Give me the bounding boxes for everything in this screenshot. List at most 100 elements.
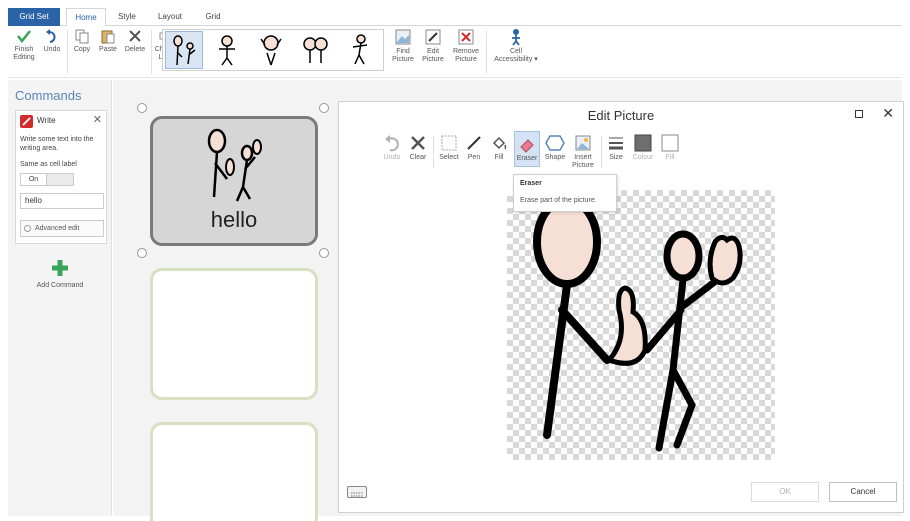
eraser-tool[interactable]: Eraser [514, 131, 540, 167]
symbol-option[interactable] [165, 31, 203, 69]
delete-icon [129, 30, 141, 42]
insert-picture-tool[interactable]: Insert Picture [570, 134, 596, 170]
add-command-label: Add Command [36, 282, 84, 289]
dialog-close-icon[interactable]: ✕ [882, 105, 894, 122]
add-command-icon [52, 260, 68, 276]
ribbon-toolbar: Finish Editing Undo Copy Paste Delete Ch… [8, 26, 902, 78]
cell-accessibility-icon [512, 29, 520, 46]
same-as-label-caption: Same as cell label [20, 161, 77, 168]
check-icon [17, 30, 31, 44]
picture-canvas[interactable] [507, 190, 775, 460]
grid-cell-empty[interactable] [150, 268, 318, 400]
advanced-edit-icon [24, 225, 31, 232]
resize-handle[interactable] [137, 248, 147, 258]
same-as-label-toggle[interactable]: On [20, 173, 74, 186]
dialog-toolbar-separator [601, 136, 602, 168]
insert-picture-icon [575, 135, 591, 151]
colour-swatch-icon [634, 134, 652, 152]
ribbon-separator [151, 30, 152, 74]
symbol-option[interactable] [253, 31, 291, 69]
add-command-button[interactable]: Add Command [34, 258, 86, 290]
fill-bucket-icon [492, 136, 507, 150]
remove-picture-label: Remove Picture [452, 48, 480, 63]
tab-home[interactable]: Home [66, 8, 106, 27]
ribbon-separator [486, 30, 487, 74]
cell-label: hello [210, 207, 258, 232]
advanced-edit-button[interactable]: Advanced edit [20, 220, 104, 237]
colour-tool[interactable]: Colour [630, 134, 656, 162]
eraser-tool-label: Eraser [516, 155, 538, 162]
symbol-strip [162, 29, 384, 71]
write-text-field[interactable]: hello [20, 193, 104, 209]
clear-tool-label: Clear [409, 154, 427, 161]
fill-colour-tool[interactable]: Fill [659, 134, 681, 162]
remove-picture-icon [458, 29, 474, 45]
resize-handle[interactable] [137, 103, 147, 113]
grid-cell-selected[interactable]: hello [150, 116, 318, 246]
tab-style[interactable]: Style [112, 8, 142, 26]
cancel-button[interactable]: Cancel [829, 482, 897, 502]
tooltip-title: Eraser [520, 180, 542, 187]
ribbon-tabbar: Grid Set Home Style Layout Grid [8, 8, 902, 27]
clear-tool[interactable]: Clear [407, 134, 429, 162]
delete-label: Delete [124, 46, 146, 53]
tooltip-description: Erase part of the picture. [520, 197, 597, 204]
edit-picture-label: Edit Picture [422, 48, 444, 63]
select-icon [441, 135, 457, 151]
cell-symbol-image [207, 128, 262, 202]
tab-layout[interactable]: Layout [150, 8, 190, 26]
edit-picture-dialog: Edit Picture ✕ Undo Clear Select Pen Fil… [338, 101, 904, 513]
tab-grid[interactable]: Grid [198, 8, 228, 26]
fill-tool[interactable]: Fill [489, 134, 509, 162]
symbol-option[interactable] [341, 31, 379, 69]
select-tool[interactable]: Select [437, 134, 461, 162]
write-command-card: Write ✕ Write some text into the writing… [15, 110, 107, 244]
shape-tool-label: Shape [544, 154, 566, 161]
fill-swatch-icon [661, 134, 679, 152]
copy-icon [75, 29, 89, 44]
edit-picture-button[interactable]: Edit Picture [420, 28, 446, 64]
undo-icon [46, 29, 56, 43]
stick-figures-picture [533, 196, 743, 452]
copy-label: Copy [73, 46, 91, 53]
dialog-title: Edit Picture [587, 108, 655, 123]
copy-button[interactable]: Copy [71, 28, 93, 54]
command-description: Write some text into the writing area. [20, 136, 94, 152]
undo-button[interactable]: Undo [41, 28, 63, 54]
remove-picture-button[interactable]: Remove Picture [451, 28, 481, 64]
clear-icon [411, 136, 425, 150]
symbol-option[interactable] [297, 31, 335, 69]
grid-cell-empty[interactable] [150, 422, 318, 521]
colour-tool-label: Colour [632, 154, 654, 161]
maximize-icon[interactable] [855, 110, 863, 118]
keyboard-icon[interactable] [347, 486, 367, 498]
eraser-tooltip: Eraser Erase part of the picture. [513, 174, 617, 212]
shape-tool[interactable]: Shape [543, 134, 567, 162]
size-tool[interactable]: Size [605, 134, 627, 162]
finish-editing-button[interactable]: Finish Editing [10, 28, 38, 62]
undo-tool[interactable]: Undo [381, 134, 403, 162]
paste-button[interactable]: Paste [96, 28, 120, 54]
tab-grid-set[interactable]: Grid Set [8, 8, 60, 26]
cell-accessibility-button[interactable]: Cell Accessibility ▾ [494, 28, 538, 64]
pen-tool[interactable]: Pen [464, 134, 484, 162]
commands-panel: Commands Write ✕ Write some text into th… [8, 80, 112, 516]
line-size-icon [609, 137, 623, 150]
toggle-on-label: On [21, 174, 47, 185]
commands-title: Commands [15, 88, 82, 103]
undo-label: Undo [43, 46, 61, 53]
pen-tool-label: Pen [467, 154, 481, 161]
resize-handle[interactable] [319, 103, 329, 113]
ribbon-separator [67, 30, 68, 74]
resize-handle[interactable] [319, 248, 329, 258]
symbol-option[interactable] [209, 31, 247, 69]
find-picture-button[interactable]: Find Picture [390, 28, 416, 64]
select-tool-label: Select [439, 154, 459, 161]
cell-accessibility-label: Cell Accessibility ▾ [494, 48, 538, 63]
size-tool-label: Size [609, 154, 623, 161]
delete-button[interactable]: Delete [122, 28, 148, 54]
dialog-toolbar-separator [433, 136, 434, 168]
ok-button[interactable]: OK [751, 482, 819, 502]
close-icon[interactable]: ✕ [93, 113, 102, 126]
finish-editing-label: Finish Editing [13, 46, 35, 61]
